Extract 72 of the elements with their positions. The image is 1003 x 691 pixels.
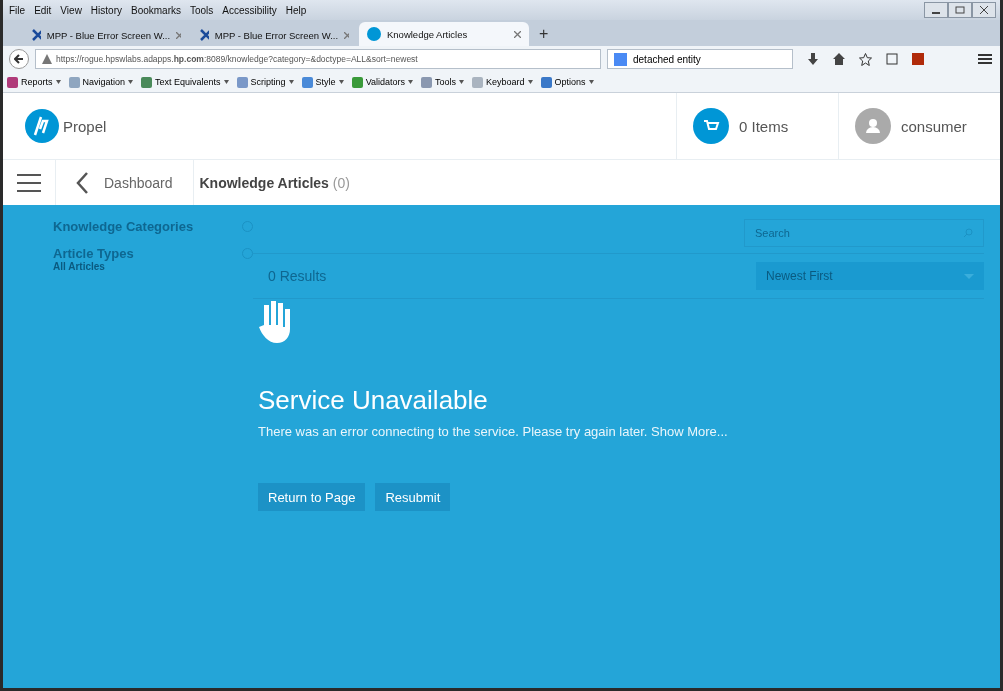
action-button[interactable]: Resubmit [375, 483, 451, 511]
browser-tab[interactable]: Knowledge Articles [359, 22, 529, 46]
bookmark-icon [301, 76, 313, 88]
new-tab-button[interactable]: + [531, 25, 557, 46]
close-button[interactable] [972, 2, 996, 18]
toolbar-menu[interactable]: Keyboard [472, 76, 533, 88]
bookmark-icon [236, 76, 248, 88]
menu-icon[interactable] [978, 53, 992, 65]
cart-count[interactable]: 0 Items [739, 117, 789, 135]
bookmark-icon [540, 76, 552, 88]
caret-icon [128, 80, 134, 84]
search-field[interactable]: detached entity [607, 49, 793, 69]
home-icon[interactable] [833, 53, 845, 65]
toolbar-menu[interactable]: Validators [351, 76, 413, 88]
menu-item[interactable]: Accessibility [222, 4, 277, 16]
caret-icon [55, 80, 61, 84]
bookmark-icon [421, 76, 432, 88]
bookmark-icon [351, 76, 363, 88]
menu-item[interactable]: History [90, 4, 122, 16]
browser-tab[interactable]: MPP - Blue Error Screen W... [23, 24, 189, 46]
action-button[interactable]: Return to Page [258, 483, 366, 511]
caret-icon [527, 80, 533, 84]
menu-item[interactable]: File [9, 4, 26, 16]
menu-icon[interactable] [17, 173, 41, 192]
search-engine-icon [614, 52, 627, 66]
caret-icon [964, 273, 974, 279]
caret-icon [338, 80, 344, 84]
error-message: There was an error connecting to the service. Please try again later. Show More... [258, 424, 728, 439]
menu-item[interactable]: Bookmarks [131, 4, 181, 16]
results-count: 0 Results [268, 268, 327, 284]
user-name[interactable]: consumer [901, 117, 967, 135]
download-icon[interactable] [807, 53, 819, 65]
back-icon[interactable] [76, 171, 88, 194]
toolbar-menu[interactable]: Text Equivalents [141, 76, 229, 88]
error-title: Service Unavailable [258, 385, 488, 416]
maximize-icon [955, 6, 965, 14]
bookmark-icon [472, 76, 483, 88]
warning-icon [42, 54, 52, 64]
bookmark-icon [7, 76, 18, 88]
menu-item[interactable]: Edit [34, 4, 52, 16]
caret-icon [288, 80, 294, 84]
tools-icon [31, 28, 41, 42]
address-field[interactable]: https://rogue.hpswlabs.adapps.hp.com:8089/knowledge?category=&doctype=ALL&sort=newest [35, 49, 601, 69]
bookmark-icon [68, 76, 80, 88]
close-icon[interactable] [344, 31, 349, 39]
brand-name: Propel [63, 117, 107, 135]
breadcrumb-link[interactable]: Dashboard [104, 174, 173, 191]
back-button[interactable] [9, 49, 29, 69]
menu-item[interactable]: Help [285, 4, 307, 16]
bookmark-icon [141, 76, 153, 88]
star-icon[interactable] [859, 52, 872, 66]
page-title: Knowledge Articles (0) [199, 174, 350, 191]
toolbar-menu[interactable]: Options [540, 76, 594, 88]
toolbar-menu[interactable]: Tools [421, 76, 464, 88]
minimize-button[interactable] [924, 2, 948, 18]
menu-item[interactable]: View [60, 4, 82, 16]
tools-icon [199, 28, 209, 42]
caret-icon [588, 80, 594, 84]
toolbar-menu[interactable]: Scripting [236, 76, 294, 88]
toolbar-menu[interactable]: Navigation [68, 76, 134, 88]
toolbar-menu[interactable]: Style [301, 76, 344, 88]
close-icon [979, 6, 989, 14]
back-arrow-icon [14, 54, 24, 64]
cart-icon[interactable] [693, 108, 729, 144]
caret-icon [408, 80, 413, 84]
browser-tab[interactable]: MPP - Blue Error Screen W... [191, 24, 357, 46]
toolbar-menu[interactable]: Reports [7, 76, 61, 88]
caret-icon [223, 80, 229, 84]
close-icon[interactable] [176, 31, 181, 39]
menu-item[interactable]: Tools [190, 4, 214, 16]
close-icon[interactable] [514, 30, 521, 38]
caret-icon [459, 80, 464, 84]
